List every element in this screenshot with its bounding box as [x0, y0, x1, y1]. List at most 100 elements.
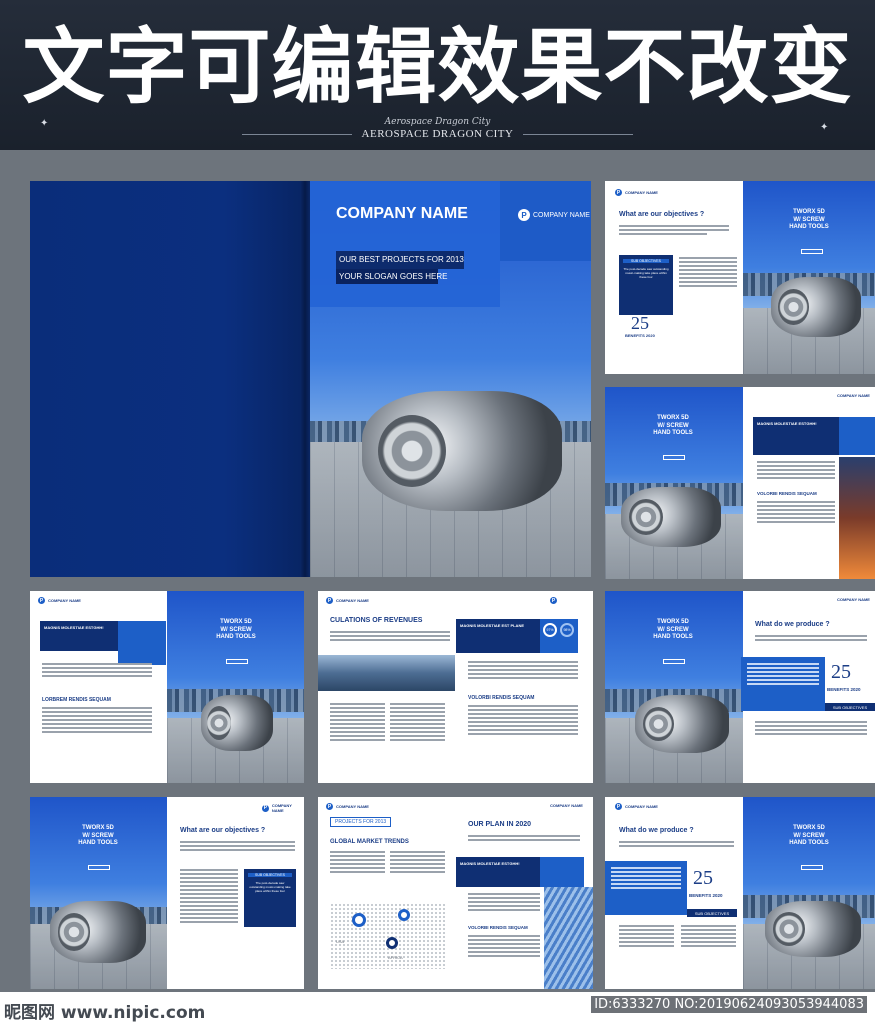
magnis-heading: MAGNIS MOLESTIAE ESTGHH!: [757, 421, 817, 426]
logo-text: COMPANY NAME: [533, 211, 590, 219]
engine-image: [362, 391, 562, 511]
paragraph: [468, 835, 580, 843]
paragraph: [619, 925, 674, 949]
building-photo: [544, 887, 593, 989]
engine-image: [765, 901, 861, 957]
paragraph: [468, 661, 578, 681]
volorbi-heading: VOLORBI RENDIS SEQUAM: [757, 491, 817, 496]
produce-title: What do we produce ?: [619, 827, 694, 834]
percent-circle: 98%: [560, 623, 574, 637]
cover-logo: P COMPANY NAME: [518, 209, 590, 221]
paragraph: [757, 501, 835, 525]
benefits-number: 25: [831, 661, 851, 683]
magnis-box: MAGNIS MOLESTIAE ESTGHH!: [40, 621, 118, 651]
read-more-pill: [88, 865, 110, 870]
brand-script: Aerospace Dragon City: [384, 117, 491, 127]
tools-title: TWORX 5D W/ SCREW HAND TOOLS: [789, 209, 829, 230]
spread-tools-2: P COMPANY NAME MAGNIS MOLESTIAE ESTGHH! L…: [30, 591, 304, 783]
company-name: COMPANY NAME: [336, 205, 468, 222]
objectives-tag: SUB OBJECTIVES: [687, 909, 737, 917]
image-id: ID:6333270 NO:20190624093053944083: [591, 996, 867, 1013]
logo-icon: P: [518, 209, 530, 221]
paragraph: [619, 841, 734, 849]
lorem-heading: LORBREM RENDIS SEQUAM: [42, 697, 111, 703]
map-marker: [386, 937, 398, 949]
paragraph: [180, 869, 238, 925]
paragraph: [757, 461, 835, 481]
benefits-label: BENEFITS 2020: [625, 333, 655, 338]
spread-tools-1: TWORX 5D W/ SCREW HAND TOOLS COMPANY NAM…: [605, 387, 875, 579]
logo-icon: P: [615, 189, 622, 196]
read-more-pill: [226, 659, 248, 664]
engine-image: [771, 277, 861, 337]
map-label-africa: AFRICA: [388, 955, 403, 960]
benefits-number: 25: [693, 867, 713, 889]
sub-objectives-label: SUB OBJECTIVES: [623, 259, 669, 263]
benefits-label: BENEFITS 2020: [689, 893, 723, 898]
read-more-pill: [663, 659, 685, 664]
divider: [241, 133, 352, 135]
logo: P COMPANY NAME: [326, 597, 369, 604]
paragraph: [42, 707, 152, 735]
side-box: [118, 621, 166, 665]
headline: 文字可编辑效果不改变: [22, 20, 853, 115]
spread-produce-2: P COMPANY NAME What do we produce ? 25 BE…: [605, 797, 875, 989]
tools-title: TWORX 5D W/ SCREW HAND TOOLS: [789, 825, 829, 846]
paragraph: [330, 703, 385, 743]
logo-icon: P: [615, 803, 622, 810]
map-marker: [398, 909, 410, 921]
skyline-photo: [318, 655, 455, 691]
paragraph: [679, 257, 737, 289]
magnis-box: MAGNIS MOLESTIAE ESTGHH!: [456, 857, 540, 887]
header-banner: 文字可编辑效果不改变 ✦ ✦ Aerospace Dragon City AER…: [0, 0, 875, 150]
paragraph: [747, 663, 819, 687]
paragraph: [619, 225, 729, 237]
spread-objectives-2: TWORX 5D W/ SCREW HAND TOOLS P COMPANY NA…: [30, 797, 304, 989]
map-marker: [352, 913, 366, 927]
objectives-box: SUB OBJECTIVES The post-decade saw outst…: [244, 869, 296, 927]
spread-produce-1: TWORX 5D W/ SCREW HAND TOOLS COMPANY NAM…: [605, 591, 875, 783]
logo-icon: P: [38, 597, 45, 604]
side-box: [540, 857, 584, 887]
logo: P COMPANY NAME: [615, 189, 658, 196]
spread-revenues: P COMPANY NAME P CULATIONS OF REVENUES MA…: [318, 591, 593, 783]
cover-spine: [300, 181, 310, 577]
projects-2013-tag: PROJECTS FOR 2013: [330, 817, 392, 827]
objectives-tag: SUB OBJECTIVES: [825, 703, 875, 711]
benefits-label: BENEFITS 2020: [827, 687, 861, 692]
logo: COMPANY NAME: [550, 803, 583, 808]
engine-image: [621, 487, 721, 547]
tools-title: TWORX 5D W/ SCREW HAND TOOLS: [653, 415, 693, 436]
projects-label: OUR BEST PROJECTS FOR 2013: [336, 251, 464, 269]
objectives-title: What are our objectives ?: [619, 211, 705, 218]
cover-panel: [500, 181, 591, 261]
plan-title: OUR PLAN IN 2020: [468, 821, 532, 828]
percent-circle: 97%: [543, 623, 557, 637]
magnis-heading: MAGNIS MOLESTIAE ESTGHH!: [44, 625, 104, 630]
side-box: [839, 417, 875, 455]
paragraph: [330, 631, 450, 643]
sparks-photo: [839, 457, 875, 579]
map-label-usa: USA: [336, 939, 345, 944]
paragraph: [390, 851, 445, 875]
logo: P COMPANY NAME: [262, 803, 292, 813]
paragraph: [681, 925, 736, 949]
cover-spread: COMPANY NAME P COMPANY NAME OUR BEST PRO…: [30, 181, 591, 577]
engine-image: [201, 695, 273, 751]
slogan: YOUR SLOGAN GOES HERE: [336, 269, 447, 284]
tools-title: TWORX 5D W/ SCREW HAND TOOLS: [78, 825, 118, 846]
brand-name: AEROSPACE DRAGON CITY: [361, 128, 514, 140]
objectives-box: SUB OBJECTIVES The post-decade saw outst…: [619, 255, 673, 315]
objectives-body: The post-decade saw outstanding music-ma…: [623, 267, 669, 280]
magnis-box: MAGNIS MOLESTIAE EST PLANE: [456, 619, 540, 653]
logo: COMPANY NAME: [837, 597, 870, 602]
global-trends-title: GLOBAL MARKET TRENDS: [330, 839, 409, 845]
objectives-body: The post-decade saw outstanding music-ma…: [249, 881, 291, 894]
logo: P COMPANY NAME: [38, 597, 81, 604]
cover-panel: [310, 181, 500, 307]
paragraph: [468, 893, 540, 913]
logo-icon: P: [550, 597, 557, 604]
site-watermark: 昵图网 www.nipic.com: [4, 1003, 206, 1023]
produce-title: What do we produce ?: [755, 621, 830, 628]
content-box: [605, 861, 687, 915]
